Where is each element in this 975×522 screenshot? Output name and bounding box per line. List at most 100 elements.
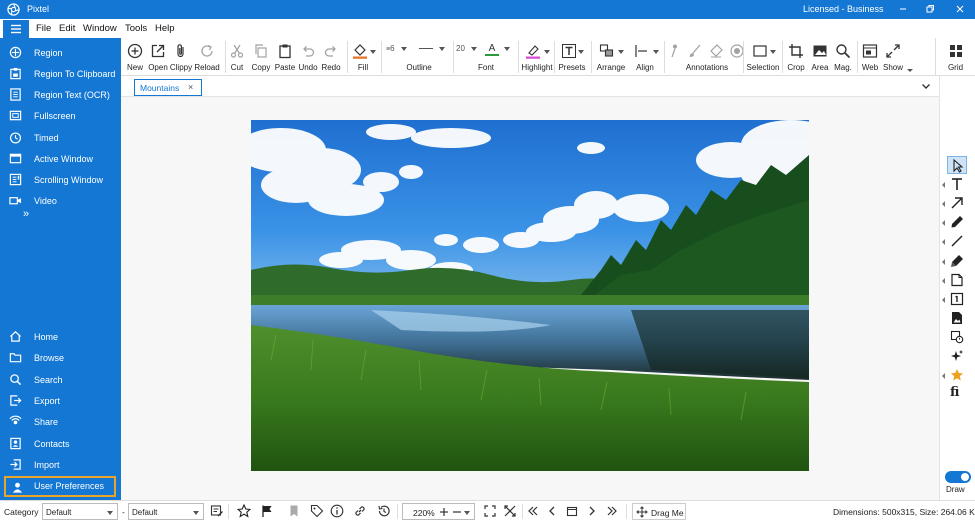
- previous-image-icon[interactable]: [545, 504, 559, 518]
- presets-button[interactable]: Presets: [556, 38, 588, 76]
- sidebar-more-button[interactable]: »: [23, 208, 29, 220]
- menu-tools[interactable]: Tools: [125, 23, 147, 34]
- outline-label: Outline: [406, 63, 432, 72]
- font-size-dropdown[interactable]: 20: [456, 44, 484, 58]
- sidebar-item-timed[interactable]: Timed: [0, 128, 121, 149]
- sidebar-item-region[interactable]: Region: [0, 43, 121, 64]
- area-button[interactable]: Area: [808, 38, 832, 76]
- menu-window[interactable]: Window: [83, 23, 117, 34]
- redo-button[interactable]: Redo: [319, 38, 343, 76]
- text-tool[interactable]: [947, 175, 967, 193]
- edit-notes-icon[interactable]: [210, 504, 224, 518]
- restore-icon[interactable]: [923, 2, 937, 16]
- menu-help[interactable]: Help: [155, 23, 175, 34]
- bookmark-icon[interactable]: [287, 504, 301, 518]
- info-icon[interactable]: [330, 504, 344, 518]
- copy-button[interactable]: Copy: [249, 38, 273, 76]
- star-outline-icon[interactable]: [237, 504, 251, 518]
- sidebar-item-fullscreen[interactable]: Fullscreen: [0, 106, 121, 127]
- open-button[interactable]: Open: [147, 38, 169, 76]
- fill-button[interactable]: Fill: [347, 38, 379, 76]
- reload-button[interactable]: Reload: [193, 38, 221, 76]
- menu-edit[interactable]: Edit: [59, 23, 75, 34]
- last-image-icon[interactable]: [605, 504, 619, 518]
- sparkle-tool[interactable]: [947, 347, 967, 365]
- sidebar-item-active-window[interactable]: Active Window: [0, 149, 121, 170]
- clippy-button[interactable]: Clippy: [169, 38, 193, 76]
- arrow-tool[interactable]: [947, 194, 967, 212]
- ligature-tool[interactable]: fi: [947, 385, 967, 403]
- sidebar-item-search[interactable]: Search: [0, 370, 121, 391]
- minimize-icon[interactable]: [896, 2, 910, 16]
- step-number-tool[interactable]: [947, 290, 967, 308]
- drag-me-button[interactable]: Drag Me: [632, 503, 686, 520]
- sidebar-item-import[interactable]: Import: [0, 455, 121, 476]
- sidebar-item-share[interactable]: Share: [0, 412, 121, 433]
- marker-tool[interactable]: [947, 252, 967, 270]
- tab-close-icon[interactable]: ×: [188, 82, 193, 92]
- stamp-tool[interactable]: [947, 328, 967, 346]
- arrange-button[interactable]: Arrange: [592, 38, 630, 76]
- preset-select[interactable]: Default: [128, 503, 204, 520]
- sidebar-item-export[interactable]: Export: [0, 391, 121, 412]
- grid-button[interactable]: Grid: [935, 38, 975, 76]
- cut-button[interactable]: Cut: [227, 38, 247, 76]
- next-image-icon[interactable]: [585, 504, 599, 518]
- outline-width-dropdown[interactable]: ≡6: [386, 44, 414, 58]
- selection-button[interactable]: Selection: [745, 38, 781, 76]
- tags-icon[interactable]: [310, 504, 324, 518]
- magnify-button[interactable]: Mag.: [831, 38, 855, 76]
- image-file-tool[interactable]: [947, 309, 967, 327]
- close-icon[interactable]: [953, 2, 967, 16]
- show-button[interactable]: Show: [881, 38, 905, 76]
- sidebar-item-contacts[interactable]: Contacts: [0, 434, 121, 455]
- zoom-out-icon[interactable]: [452, 507, 462, 517]
- marker-icon: [951, 255, 963, 267]
- history-icon[interactable]: [377, 504, 391, 518]
- actual-size-icon[interactable]: [503, 504, 517, 518]
- outline-style-dropdown[interactable]: [419, 44, 451, 58]
- highlight-button[interactable]: Highlight: [519, 38, 555, 76]
- sidebar-item-browse[interactable]: Browse: [0, 348, 121, 369]
- align-button[interactable]: Align: [629, 38, 661, 76]
- new-button[interactable]: New: [123, 38, 147, 76]
- pen-tool[interactable]: [947, 213, 967, 231]
- sidebar-item-video[interactable]: Video: [0, 191, 121, 212]
- toolbar-overflow-caret[interactable]: [907, 69, 913, 72]
- mountain-lake-photo[interactable]: [251, 120, 809, 471]
- hamburger-menu-button[interactable]: [3, 20, 29, 38]
- image-canvas[interactable]: [121, 97, 939, 500]
- flag-icon[interactable]: [260, 504, 274, 518]
- tab-mountains[interactable]: Mountains ×: [134, 79, 202, 96]
- sidebar-item-user-preferences[interactable]: User Preferences: [4, 476, 116, 497]
- note-tool[interactable]: [947, 271, 967, 289]
- font-color-dropdown[interactable]: A: [485, 44, 517, 58]
- sidebar-item-scrolling-window[interactable]: Scrolling Window: [0, 170, 121, 191]
- zoom-level: 220%: [413, 508, 435, 518]
- separator-dash: -: [122, 507, 125, 517]
- zoom-dropdown-icon[interactable]: [464, 511, 470, 515]
- paste-button[interactable]: Paste: [273, 38, 297, 76]
- link-icon[interactable]: [353, 504, 367, 518]
- sidebar-item-region-to-clipboard[interactable]: Region To Clipboard: [0, 64, 121, 85]
- single-view-icon[interactable]: [565, 504, 579, 518]
- brush-icon: [689, 44, 701, 57]
- fit-to-window-icon[interactable]: [483, 504, 497, 518]
- first-image-icon[interactable]: [526, 504, 540, 518]
- sidebar-item-region-text-ocr[interactable]: Region Text (OCR): [0, 85, 121, 106]
- undo-button[interactable]: Undo: [296, 38, 320, 76]
- line-icon: [951, 235, 963, 247]
- pointer-tool[interactable]: [947, 156, 967, 174]
- draw-toggle[interactable]: [945, 471, 971, 483]
- title-bar: Pixtel Licensed - Business: [0, 0, 975, 19]
- crop-button[interactable]: Crop: [784, 38, 808, 76]
- tab-list-dropdown[interactable]: [918, 78, 934, 94]
- category-select[interactable]: Default: [42, 503, 118, 520]
- zoom-in-icon[interactable]: [439, 507, 449, 517]
- web-button[interactable]: Web: [858, 38, 882, 76]
- sidebar-item-home[interactable]: Home: [0, 327, 121, 348]
- star-tool[interactable]: [947, 366, 967, 384]
- line-tool[interactable]: [947, 232, 967, 250]
- scissors-icon: [230, 44, 244, 58]
- menu-file[interactable]: File: [36, 23, 51, 34]
